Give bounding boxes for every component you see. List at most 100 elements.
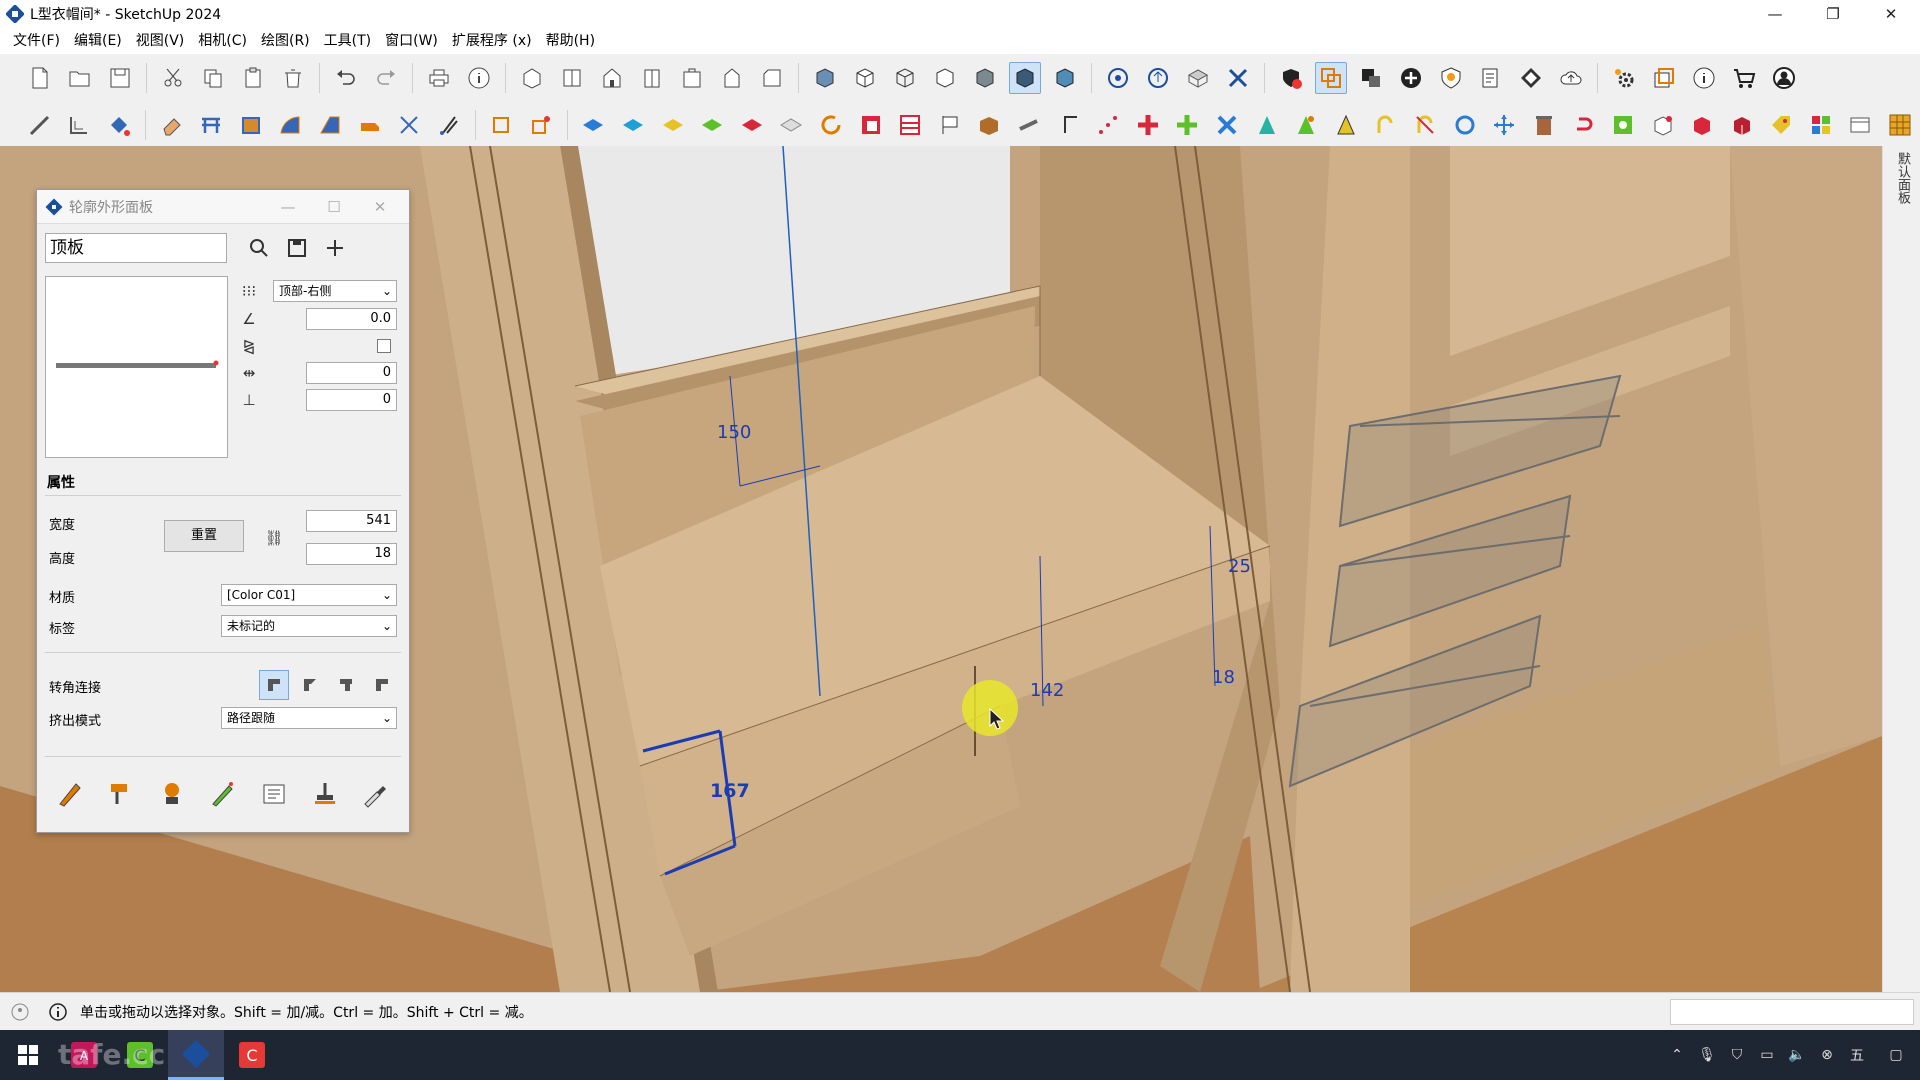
default-tray-tab[interactable]: 默认面板 [1882, 146, 1920, 992]
redo-button[interactable] [370, 62, 402, 94]
bin-button[interactable] [1528, 109, 1560, 141]
menu-window[interactable]: 窗口(W) [378, 28, 445, 54]
style-shaded-button[interactable] [969, 62, 1001, 94]
info-icon[interactable] [48, 1002, 68, 1022]
arc-panel-button[interactable] [275, 109, 307, 141]
style-hidden-line-button[interactable] [929, 62, 961, 94]
rotate-button[interactable] [815, 109, 847, 141]
profile-list-button[interactable] [257, 777, 291, 811]
model-info-button[interactable] [463, 62, 495, 94]
view-front-button[interactable] [596, 62, 628, 94]
plugin-cube-button[interactable] [1647, 109, 1679, 141]
corner-type-3-button[interactable] [331, 670, 361, 700]
material-cyan-button[interactable] [617, 109, 649, 141]
corner-line-button[interactable] [1053, 109, 1085, 141]
menu-tools[interactable]: 工具(T) [317, 28, 378, 54]
cut-button[interactable] [157, 62, 189, 94]
profile-button[interactable] [354, 109, 386, 141]
divide-button[interactable] [393, 109, 425, 141]
split-button[interactable] [433, 109, 465, 141]
plugin-report-button[interactable] [1475, 62, 1507, 94]
view-right-button[interactable] [636, 62, 668, 94]
drawer-button[interactable] [894, 109, 926, 141]
mirror-checkbox[interactable] [377, 339, 391, 353]
profile-press-button[interactable] [308, 777, 342, 811]
undo-button[interactable] [330, 62, 362, 94]
frame-button[interactable] [195, 109, 227, 141]
cross-green-button[interactable] [1172, 109, 1204, 141]
corner-type-2-button[interactable] [295, 670, 325, 700]
height-input[interactable]: 18 [306, 543, 397, 565]
width-input[interactable]: 541 [306, 510, 397, 532]
new-file-button[interactable] [24, 62, 56, 94]
tag-select[interactable]: 未标记的 ⌄ [221, 615, 397, 637]
cross-blue-button[interactable] [1211, 109, 1243, 141]
undo-red-button[interactable] [1568, 109, 1600, 141]
box-button[interactable] [235, 109, 267, 141]
cone-teal-button[interactable] [1251, 109, 1283, 141]
plugin-layers-button[interactable] [1355, 62, 1387, 94]
open-button[interactable] [64, 62, 96, 94]
plugin-multi-button[interactable] [1805, 109, 1837, 141]
flag-button[interactable] [934, 109, 966, 141]
menu-file[interactable]: 文件(F) [6, 28, 67, 54]
alignment-select[interactable]: 顶部-右侧 ⌄ [273, 280, 397, 302]
panel-minimize-button[interactable]: — [265, 194, 311, 220]
cone-green-button[interactable] [1290, 109, 1322, 141]
network-icon[interactable]: ▭ [1752, 1030, 1782, 1080]
profile-pen-button[interactable] [206, 777, 240, 811]
handle-button[interactable] [1013, 109, 1045, 141]
select-box-button[interactable] [486, 109, 518, 141]
print-button[interactable] [423, 62, 455, 94]
cone-yellow-button[interactable] [1330, 109, 1362, 141]
plugin-shield-button[interactable] [1435, 62, 1467, 94]
share-model-button[interactable] [1142, 62, 1174, 94]
cross-red-button[interactable] [1132, 109, 1164, 141]
plugin-settings-button[interactable] [1608, 62, 1640, 94]
plugin-red-cube-button[interactable] [1686, 109, 1718, 141]
circle-tool-button[interactable] [1449, 109, 1481, 141]
profile-pencil-button[interactable] [53, 777, 87, 811]
style-backedge-button[interactable] [849, 62, 881, 94]
menu-camera[interactable]: 相机(C) [191, 28, 254, 54]
material-gray-button[interactable] [776, 109, 808, 141]
menu-extensions[interactable]: 扩展程序 (x) [445, 28, 539, 54]
plugin-red-stack-button[interactable] [1726, 109, 1758, 141]
material-select[interactable]: [Color C01] ⌄ [221, 584, 397, 606]
plugin-swap-button[interactable] [1315, 62, 1347, 94]
taskbar-app-red[interactable]: C [224, 1030, 280, 1080]
offset-y-input[interactable]: 0 [306, 389, 397, 411]
menu-draw[interactable]: 绘图(R) [254, 28, 317, 54]
account-button[interactable] [1768, 62, 1800, 94]
plugin-info-button[interactable] [1688, 62, 1720, 94]
material-yellow-button[interactable] [657, 109, 689, 141]
plugin-panel-button[interactable] [1845, 109, 1877, 141]
input-method-indicator[interactable]: 五 [1842, 1030, 1872, 1080]
view-iso-button[interactable] [516, 62, 548, 94]
corner-type-4-button[interactable] [367, 670, 397, 700]
menu-help[interactable]: 帮助(H) [539, 28, 602, 54]
reset-button[interactable]: 重置 [164, 520, 244, 552]
minimize-button[interactable]: — [1746, 0, 1804, 28]
plugin-tag-button[interactable] [1765, 109, 1797, 141]
point-chain-button[interactable] [1092, 109, 1124, 141]
volume-icon[interactable]: 🔈 [1782, 1030, 1812, 1080]
close-button[interactable]: ✕ [1862, 0, 1920, 28]
maximize-button[interactable]: ❐ [1804, 0, 1862, 28]
profile-name-input[interactable]: 顶板 [45, 233, 227, 263]
style-xray-button[interactable] [809, 62, 841, 94]
save-profile-button[interactable] [283, 234, 311, 262]
line-tool-button[interactable] [24, 109, 56, 141]
material-green-button[interactable] [696, 109, 728, 141]
plugin-add-button[interactable] [1395, 62, 1427, 94]
tray-chevron-up-icon[interactable]: ⌃ [1662, 1030, 1692, 1080]
offset-x-input[interactable]: 0 [306, 362, 397, 384]
menu-edit[interactable]: 编辑(E) [67, 28, 129, 54]
style-monochrome-button[interactable] [1049, 62, 1081, 94]
material-blue-button[interactable] [578, 109, 610, 141]
extrude-mode-select[interactable]: 路径跟随 ⌄ [221, 707, 397, 729]
plugin-check-button[interactable] [1275, 62, 1307, 94]
wood-box-button[interactable] [974, 109, 1006, 141]
eraser-button[interactable] [156, 109, 188, 141]
geo-location-icon[interactable] [10, 1002, 30, 1022]
